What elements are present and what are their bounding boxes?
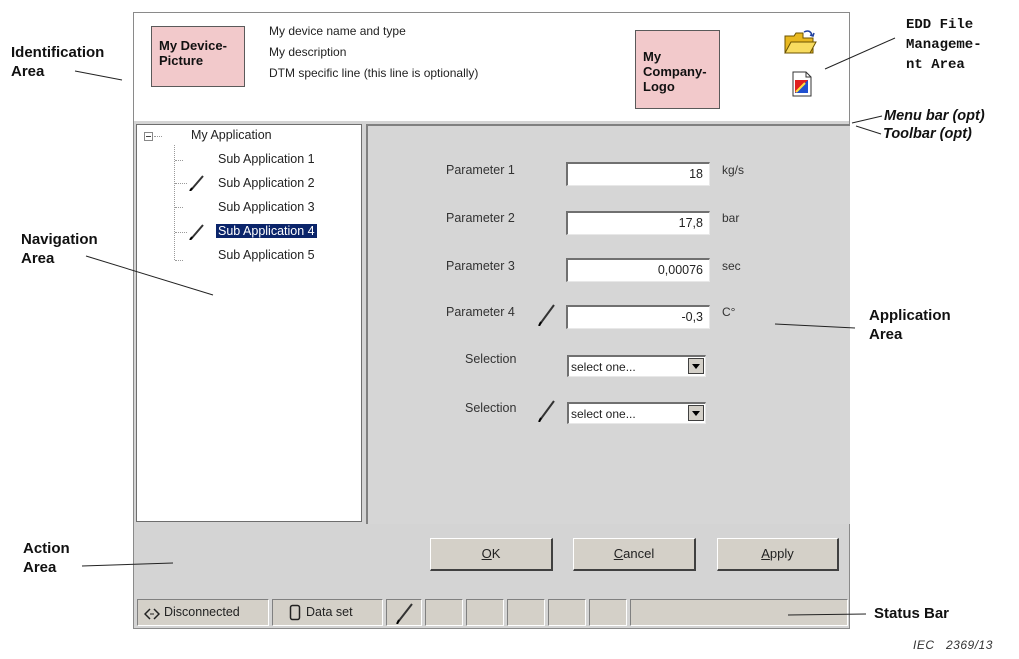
- leader-menu-bar: [851, 115, 883, 124]
- leader-toolbar: [855, 125, 882, 135]
- leader-edd: [824, 37, 896, 70]
- leader-action: [81, 562, 174, 567]
- leader-application: [774, 323, 856, 329]
- leader-identification: [74, 70, 123, 81]
- leader-status: [787, 613, 867, 616]
- leader-navigation: [85, 255, 214, 296]
- leader-lines: [74, 37, 896, 616]
